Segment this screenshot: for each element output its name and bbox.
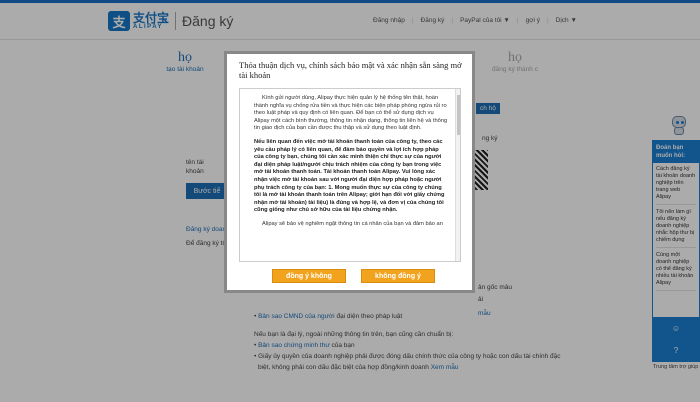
agreement-paragraph-bold: Nếu liên quan đến việc mở tài khoản than… xyxy=(254,138,445,214)
agreement-modal: Thỏa thuận dịch vụ, chính sách bảo mật v… xyxy=(224,51,475,293)
scrollbar-thumb[interactable] xyxy=(457,95,460,135)
agree-button[interactable]: đồng ý không xyxy=(272,269,346,283)
modal-title: Thỏa thuận dịch vụ, chính sách bảo mật v… xyxy=(239,60,462,80)
agreement-text-box[interactable]: Kính gửi người dùng, Alipay thực hiện qu… xyxy=(239,88,461,262)
agreement-scrollbar[interactable] xyxy=(455,89,460,261)
disagree-button[interactable]: không đồng ý xyxy=(361,269,435,283)
agreement-paragraph: Kính gửi người dùng, Alipay thực hiện qu… xyxy=(254,95,448,132)
agreement-paragraph: Alipay sẽ bảo vệ nghiêm ngặt thông tin c… xyxy=(262,220,443,227)
